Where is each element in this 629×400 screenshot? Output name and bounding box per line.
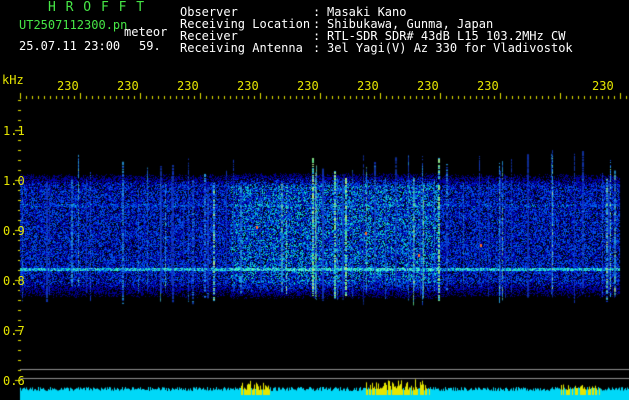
- file-suffix: meteor: [124, 25, 168, 39]
- date-time: 25.07.11 23:00: [19, 39, 121, 53]
- freq-tick-label: 1.0: [3, 174, 25, 188]
- spectrogram-canvas: [0, 0, 629, 400]
- freq-tick-label: 0.8: [3, 274, 25, 288]
- time-tick-label: 230: [57, 79, 79, 93]
- time-tick-label: 230: [357, 79, 379, 93]
- freq-tick-label: 0.6: [3, 374, 25, 388]
- time-tick-label: 230: [297, 79, 319, 93]
- frequency-unit-label: kHz: [2, 73, 24, 87]
- freq-tick-label: 1.1: [3, 124, 25, 138]
- time-tick-label: 230: [117, 79, 139, 93]
- freq-tick-label: 0.7: [3, 324, 25, 338]
- time-tick-label: 230: [477, 79, 499, 93]
- app-title: H R O F F T: [48, 0, 146, 15]
- seconds-counter: 59.: [139, 39, 161, 53]
- antenna-label: Receiving Antenna: [180, 41, 303, 55]
- file-name: UT2507112300.pn: [19, 18, 128, 32]
- antenna-separator: :: [313, 41, 321, 55]
- freq-tick-label: 0.9: [3, 224, 25, 238]
- time-tick-label: 230: [592, 79, 614, 93]
- time-tick-label: 230: [237, 79, 259, 93]
- time-tick-label: 230: [417, 79, 439, 93]
- time-tick-label: 230: [177, 79, 199, 93]
- antenna-value: 3el Yagi(V) Az 330 for Vladivostok: [327, 41, 573, 55]
